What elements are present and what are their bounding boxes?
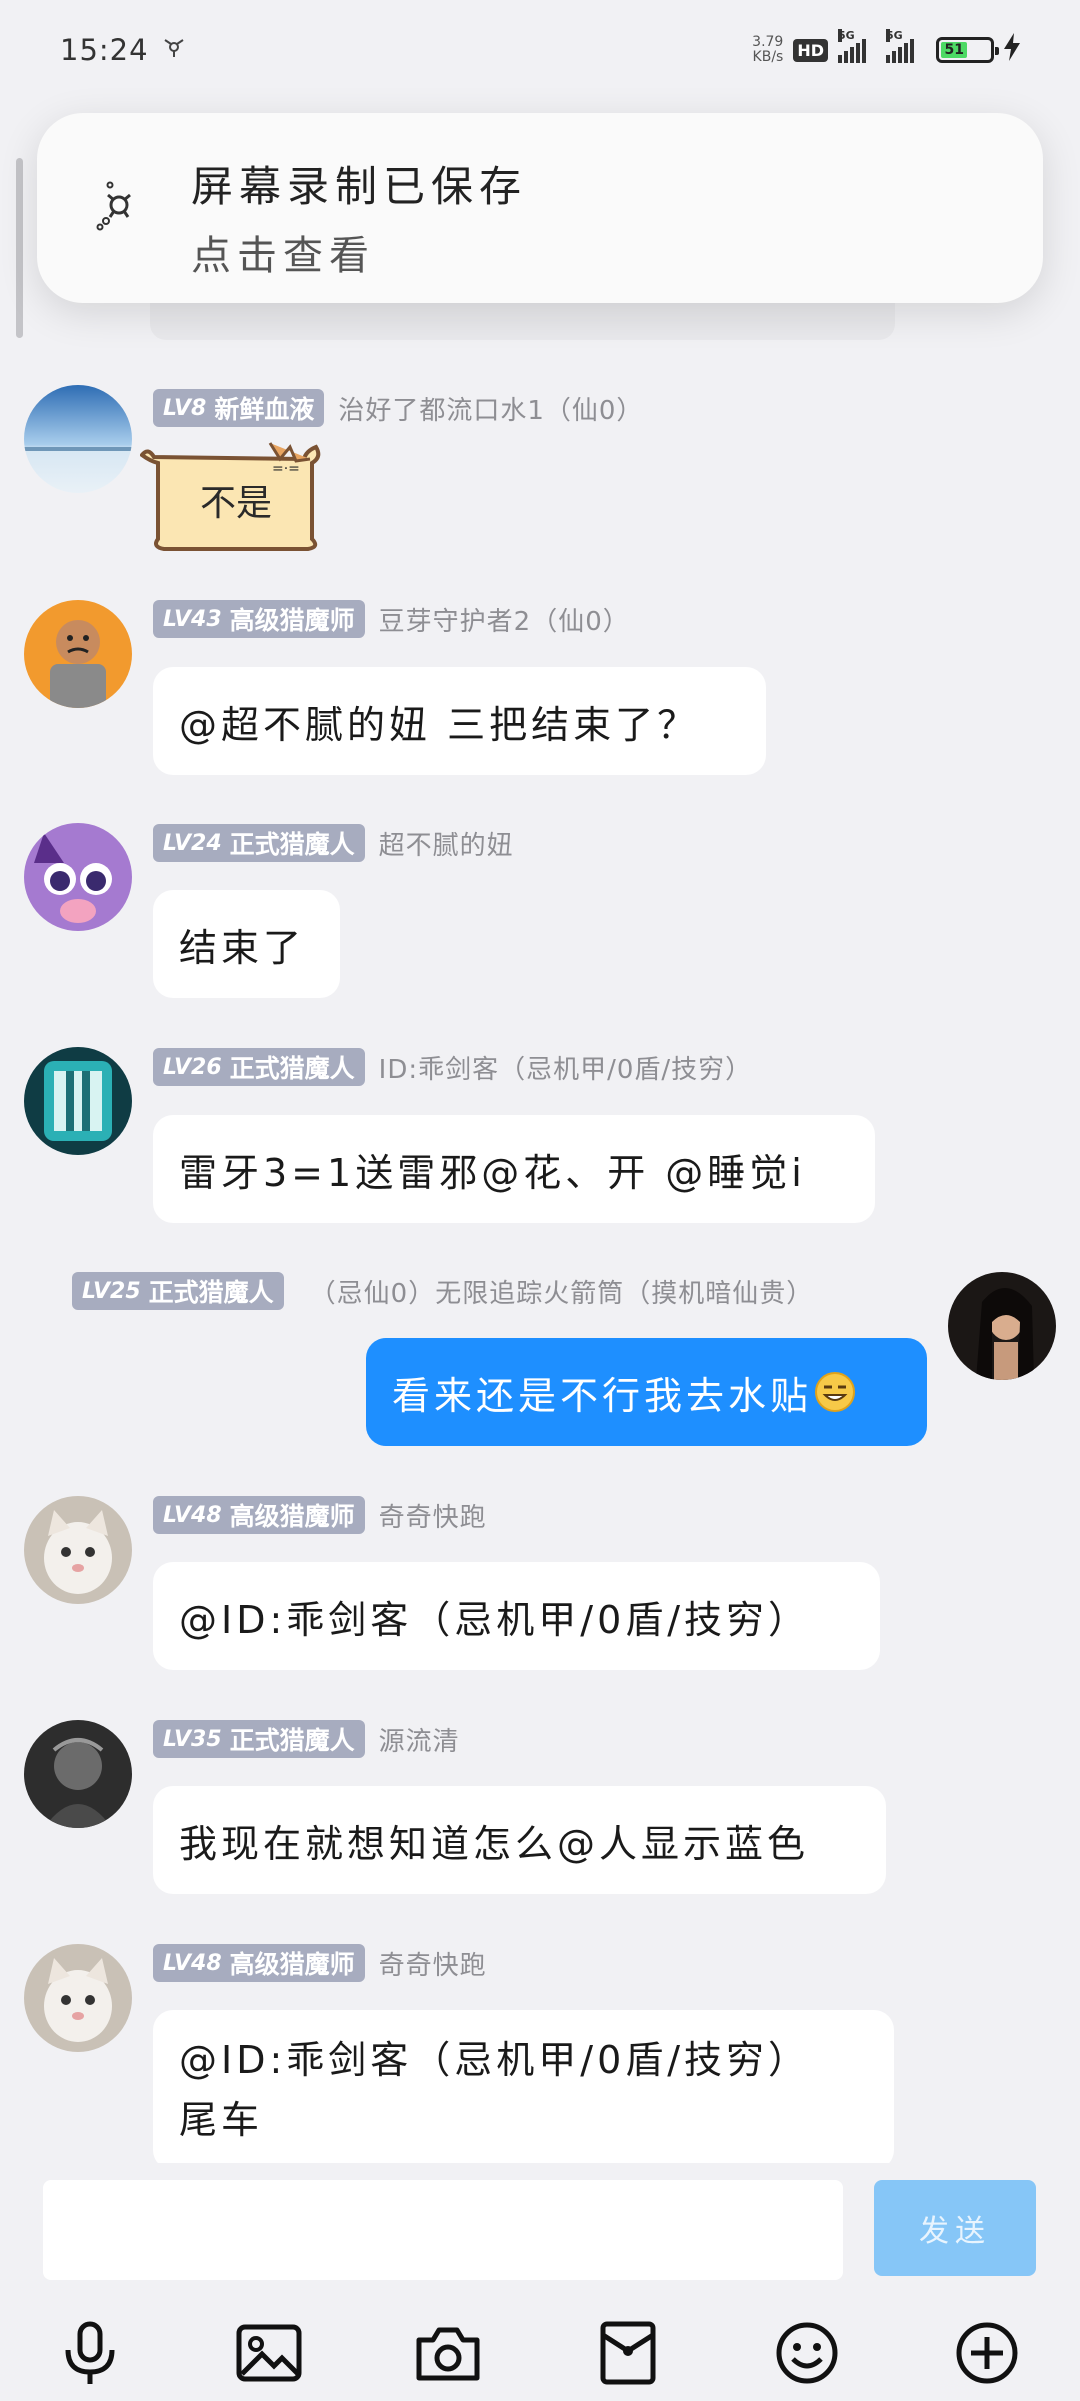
nickname[interactable]: 治好了都流口水1（仙0） <box>338 390 643 427</box>
avatar[interactable] <box>24 1720 132 1828</box>
scroll-indicator <box>16 158 23 338</box>
message-bubble[interactable]: @超不腻的妞 三把结束了？ <box>153 667 766 775</box>
level-badge: LV26 正式猎魔人 <box>153 1048 365 1086</box>
message-meta: LV48 高级猎魔师 奇奇快跑 <box>153 1944 487 1982</box>
message-meta: LV26 正式猎魔人 ID:乖剑客（忌机甲/0盾/技穷） <box>153 1048 752 1086</box>
status-indicators: 3.79 KB/s HD 5G 5G 51 <box>752 29 1020 67</box>
avatar[interactable] <box>24 1496 132 1604</box>
screen-record-icon <box>82 165 162 245</box>
signal-icon-2: 5G <box>886 29 914 63</box>
level-badge: LV43 高级猎魔师 <box>153 600 365 638</box>
grin-emoji-icon <box>814 1371 856 1413</box>
level-badge: LV25 正式猎魔人 <box>72 1272 284 1310</box>
battery-icon: 51 <box>936 37 999 63</box>
message-bubble-own[interactable]: 看来还是不行我去水贴 <box>366 1338 927 1446</box>
microphone-icon[interactable] <box>55 2318 125 2388</box>
nickname[interactable]: 超不腻的妞 <box>379 825 514 862</box>
svg-text:=·=: =·= <box>272 461 300 477</box>
image-icon[interactable] <box>234 2318 304 2388</box>
message-bubble[interactable]: 雷牙3=1送雷邪@花、开 @睡觉i <box>153 1115 875 1223</box>
avatar[interactable] <box>948 1272 1056 1380</box>
level-badge: LV48 高级猎魔师 <box>153 1496 365 1534</box>
avatar[interactable] <box>24 823 132 931</box>
message-meta: LV35 正式猎魔人 源流清 <box>153 1720 460 1758</box>
nickname[interactable]: 奇奇快跑 <box>379 1945 487 1982</box>
nickname[interactable]: 源流清 <box>379 1721 460 1758</box>
avatar[interactable] <box>24 1047 132 1155</box>
message-meta: LV8 新鲜血液 治好了都流口水1（仙0） <box>153 389 643 427</box>
message-meta: LV43 高级猎魔师 豆芽守护者2（仙0） <box>153 600 630 638</box>
status-bar: 15:24 3.79 KB/s HD 5G 5G 51 <box>0 0 1080 100</box>
cat-sticker[interactable]: 不是 =·= <box>139 435 326 557</box>
network-speed: 3.79 KB/s <box>752 34 784 65</box>
level-badge: LV35 正式猎魔人 <box>153 1720 365 1758</box>
message-meta: LV48 高级猎魔师 奇奇快跑 <box>153 1496 487 1534</box>
sticker-text: 不是 <box>200 483 272 524</box>
emoji-icon[interactable] <box>772 2318 842 2388</box>
nickname[interactable]: （忌仙0）无限追踪火箭筒（摸机暗仙贵） <box>310 1273 814 1310</box>
avatar[interactable] <box>24 385 132 493</box>
avatar[interactable] <box>24 600 132 708</box>
message-bubble[interactable]: 我现在就想知道怎么@人显示蓝色 <box>153 1786 886 1894</box>
status-time: 15:24 <box>60 33 149 67</box>
hd-voice-icon: HD <box>793 38 828 62</box>
level-badge: LV8 新鲜血液 <box>153 389 325 427</box>
message-bubble[interactable]: @ID:乖剑客（忌机甲/0盾/技穷） 尾车 <box>153 2010 894 2170</box>
message-bubble[interactable]: @ID:乖剑客（忌机甲/0盾/技穷） <box>153 1562 880 1670</box>
level-badge: LV48 高级猎魔师 <box>153 1944 365 1982</box>
bottom-toolbar <box>0 2300 1080 2401</box>
message-meta: LV24 正式猎魔人 超不腻的妞 <box>153 824 514 862</box>
nickname[interactable]: ID:乖剑客（忌机甲/0盾/技穷） <box>379 1049 753 1086</box>
camera-icon[interactable] <box>413 2318 483 2388</box>
notification-title: 屏幕录制已保存 <box>191 162 528 211</box>
plus-icon[interactable] <box>952 2318 1022 2388</box>
level-badge: LV24 正式猎魔人 <box>153 824 365 862</box>
screen-recording-notification[interactable]: 屏幕录制已保存 点击查看 <box>37 113 1043 303</box>
nickname[interactable]: 豆芽守护者2（仙0） <box>379 601 630 638</box>
message-meta: LV25 正式猎魔人 （忌仙0）无限追踪火箭筒（摸机暗仙贵） <box>72 1272 813 1310</box>
red-packet-icon[interactable] <box>593 2318 663 2388</box>
signal-icon: 5G <box>838 29 866 63</box>
screen-record-status-icon <box>163 36 185 64</box>
nickname[interactable]: 奇奇快跑 <box>379 1497 487 1534</box>
send-button[interactable]: 发送 <box>874 2180 1036 2276</box>
message-bubble[interactable]: 结束了 <box>153 890 340 998</box>
notification-subtitle: 点击查看 <box>191 233 375 279</box>
message-input[interactable] <box>43 2180 843 2280</box>
avatar[interactable] <box>24 1944 132 2052</box>
charging-icon <box>1004 33 1020 67</box>
